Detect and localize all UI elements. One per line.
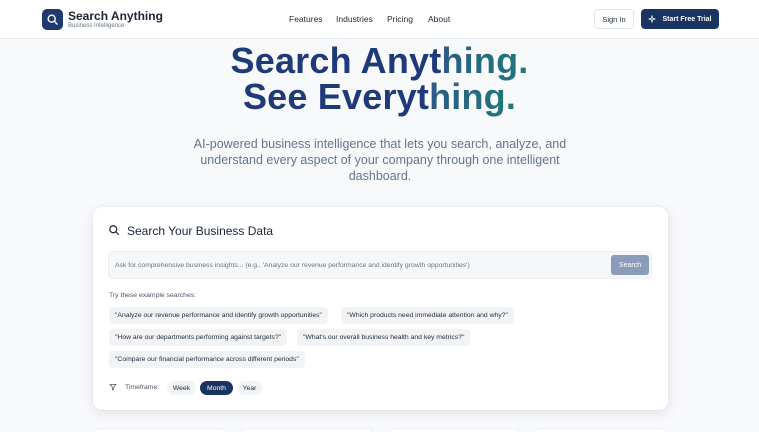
nav-item-pricing[interactable]: Pricing	[387, 14, 413, 24]
hero-headline-line-2: See Everything.	[0, 76, 759, 118]
example-search-text: "What's our overall business health and …	[303, 334, 465, 341]
search-icon	[109, 225, 120, 236]
search-card-title: Search Your Business Data	[127, 224, 274, 238]
filter-icon	[109, 383, 117, 391]
feature-card	[93, 428, 227, 432]
example-search-chip[interactable]: "Compare our financial performance acros…	[109, 351, 305, 368]
search-icon	[47, 14, 58, 25]
timeframe-option-label: Year	[242, 384, 257, 392]
hero-line-2-part-1: See Everyt	[242, 76, 430, 117]
nav-item-features[interactable]: Features	[289, 14, 323, 24]
hero-description: AI-powered business intelligence that le…	[193, 137, 567, 183]
timeframe-option-label: Month	[207, 384, 226, 392]
example-search-chip[interactable]: "Which products need immediate attention…	[341, 307, 514, 324]
search-input[interactable]	[115, 255, 605, 275]
brand-title[interactable]: Search Anything	[68, 9, 163, 23]
logo[interactable]	[42, 9, 63, 30]
start-free-trial-label: Start Free Trial	[662, 15, 712, 23]
example-search-text: "Analyze our revenue performance and ide…	[115, 312, 322, 319]
timeframe-option-label: Week	[172, 384, 191, 392]
example-search-chip[interactable]: "What's our overall business health and …	[297, 329, 471, 346]
nav-item-industries[interactable]: Industries	[336, 14, 373, 24]
feature-card	[240, 428, 374, 432]
hero-line-1-part-2: hing.	[441, 40, 529, 81]
brand-subtitle: Business Intelligence	[68, 23, 125, 29]
timeframe-label: Timeframe:	[125, 384, 160, 391]
start-free-trial-button[interactable]: Start Free Trial	[641, 9, 719, 29]
hero-line-2-part-2: hing.	[429, 76, 517, 117]
example-search-text: "How are our departments performing agai…	[115, 334, 282, 341]
feature-card	[388, 428, 520, 432]
sign-in-label: Sign In	[602, 14, 626, 24]
timeframe-option-month[interactable]: Month	[200, 381, 233, 395]
search-button[interactable]: Search	[611, 255, 649, 275]
sign-in-button[interactable]: Sign In	[594, 9, 634, 29]
search-button-label: Search	[618, 261, 642, 269]
timeframe-option-week[interactable]: Week	[167, 381, 196, 395]
example-search-text: "Compare our financial performance acros…	[115, 356, 299, 363]
example-search-chip[interactable]: "How are our departments performing agai…	[109, 329, 288, 346]
example-search-chip[interactable]: "Analyze our revenue performance and ide…	[109, 307, 328, 324]
example-search-text: "Which products need immediate attention…	[347, 312, 508, 319]
sparkle-icon	[648, 15, 657, 23]
hero-line-1-part-1: Search Anyt	[230, 40, 442, 81]
examples-label: Try these example searches:	[109, 292, 197, 299]
feature-card	[534, 428, 668, 432]
nav-item-about[interactable]: About	[428, 14, 450, 24]
timeframe-option-year[interactable]: Year	[237, 381, 262, 395]
